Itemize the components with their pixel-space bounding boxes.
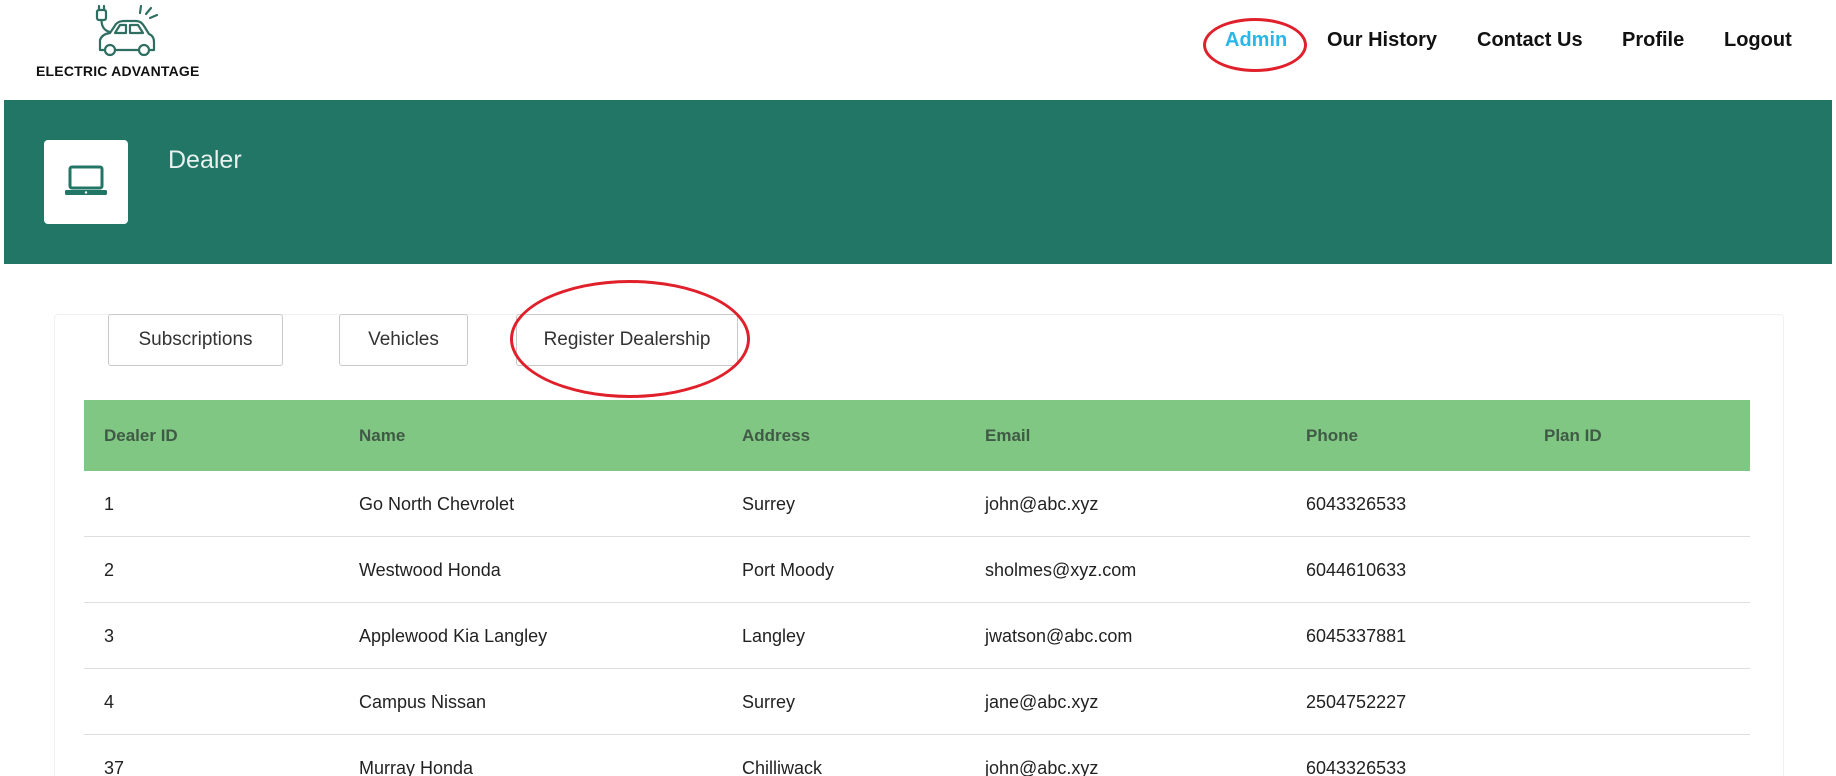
table-header: Dealer ID Name Address Email Phone Plan … [84, 400, 1750, 471]
tab-register-dealership[interactable]: Register Dealership [516, 314, 738, 366]
cell-address: Langley [742, 626, 806, 646]
tab-subscriptions[interactable]: Subscriptions [108, 314, 283, 366]
cell-dealer-id: 4 [104, 692, 115, 712]
top-header: ELECTRIC ADVANTAGE Admin Our History Con… [0, 0, 1836, 100]
column-header-name[interactable]: Name [359, 400, 405, 471]
cell-email: jane@abc.xyz [985, 692, 1099, 712]
nav-profile[interactable]: Profile [1622, 26, 1684, 54]
cell-address: Port Moody [742, 560, 835, 580]
nav-admin[interactable]: Admin [1225, 26, 1287, 54]
page-banner: Dealer [4, 100, 1832, 264]
nav-contact-us[interactable]: Contact Us [1477, 26, 1583, 54]
page: ELECTRIC ADVANTAGE Admin Our History Con… [0, 0, 1836, 776]
cell-name: Go North Chevrolet [359, 494, 515, 514]
nav-our-history[interactable]: Our History [1327, 26, 1437, 54]
cell-address: Surrey [742, 494, 796, 514]
cell-dealer-id: 2 [104, 560, 115, 580]
tab-vehicles[interactable]: Vehicles [339, 314, 468, 366]
table-row[interactable]: 2 Westwood Honda Port Moody sholmes@xyz.… [84, 537, 1750, 603]
column-header-dealer-id[interactable]: Dealer ID [104, 400, 178, 471]
cell-name: Westwood Honda [359, 560, 501, 580]
nav-logout[interactable]: Logout [1724, 26, 1792, 54]
column-header-email[interactable]: Email [985, 400, 1030, 471]
cell-address: Surrey [742, 692, 796, 712]
page-title: Dealer [168, 146, 242, 174]
cell-email: jwatson@abc.com [985, 626, 1133, 646]
cell-dealer-id: 3 [104, 626, 115, 646]
cell-dealer-id: 37 [104, 758, 125, 776]
brand-name: ELECTRIC ADVANTAGE [36, 63, 200, 79]
cell-name: Applewood Kia Langley [359, 626, 548, 646]
laptop-icon [65, 165, 107, 195]
column-header-phone[interactable]: Phone [1306, 400, 1358, 471]
cell-name: Murray Honda [359, 758, 474, 776]
main-nav: Admin Our History Contact Us Profile Log… [0, 26, 1836, 56]
cell-dealer-id: 1 [104, 494, 115, 514]
table-row[interactable]: 3 Applewood Kia Langley Langley jwatson@… [84, 603, 1750, 669]
cell-name: Campus Nissan [359, 692, 487, 712]
cell-email: john@abc.xyz [985, 758, 1099, 776]
cell-phone: 6045337881 [1306, 626, 1407, 646]
cell-address: Chilliwack [742, 758, 823, 776]
cell-email: sholmes@xyz.com [985, 560, 1137, 580]
table-row[interactable]: 4 Campus Nissan Surrey jane@abc.xyz 2504… [84, 669, 1750, 735]
table-row[interactable]: 37 Murray Honda Chilliwack john@abc.xyz … [84, 735, 1750, 776]
cell-phone: 6043326533 [1306, 758, 1407, 776]
cell-phone: 2504752227 [1306, 692, 1407, 712]
column-header-address[interactable]: Address [742, 400, 810, 471]
table-row[interactable]: 1 Go North Chevrolet Surrey john@abc.xyz… [84, 471, 1750, 537]
cell-phone: 6043326533 [1306, 494, 1407, 514]
column-header-plan-id[interactable]: Plan ID [1544, 400, 1602, 471]
cell-email: john@abc.xyz [985, 494, 1099, 514]
banner-icon-box [44, 140, 128, 224]
cell-phone: 6044610633 [1306, 560, 1407, 580]
